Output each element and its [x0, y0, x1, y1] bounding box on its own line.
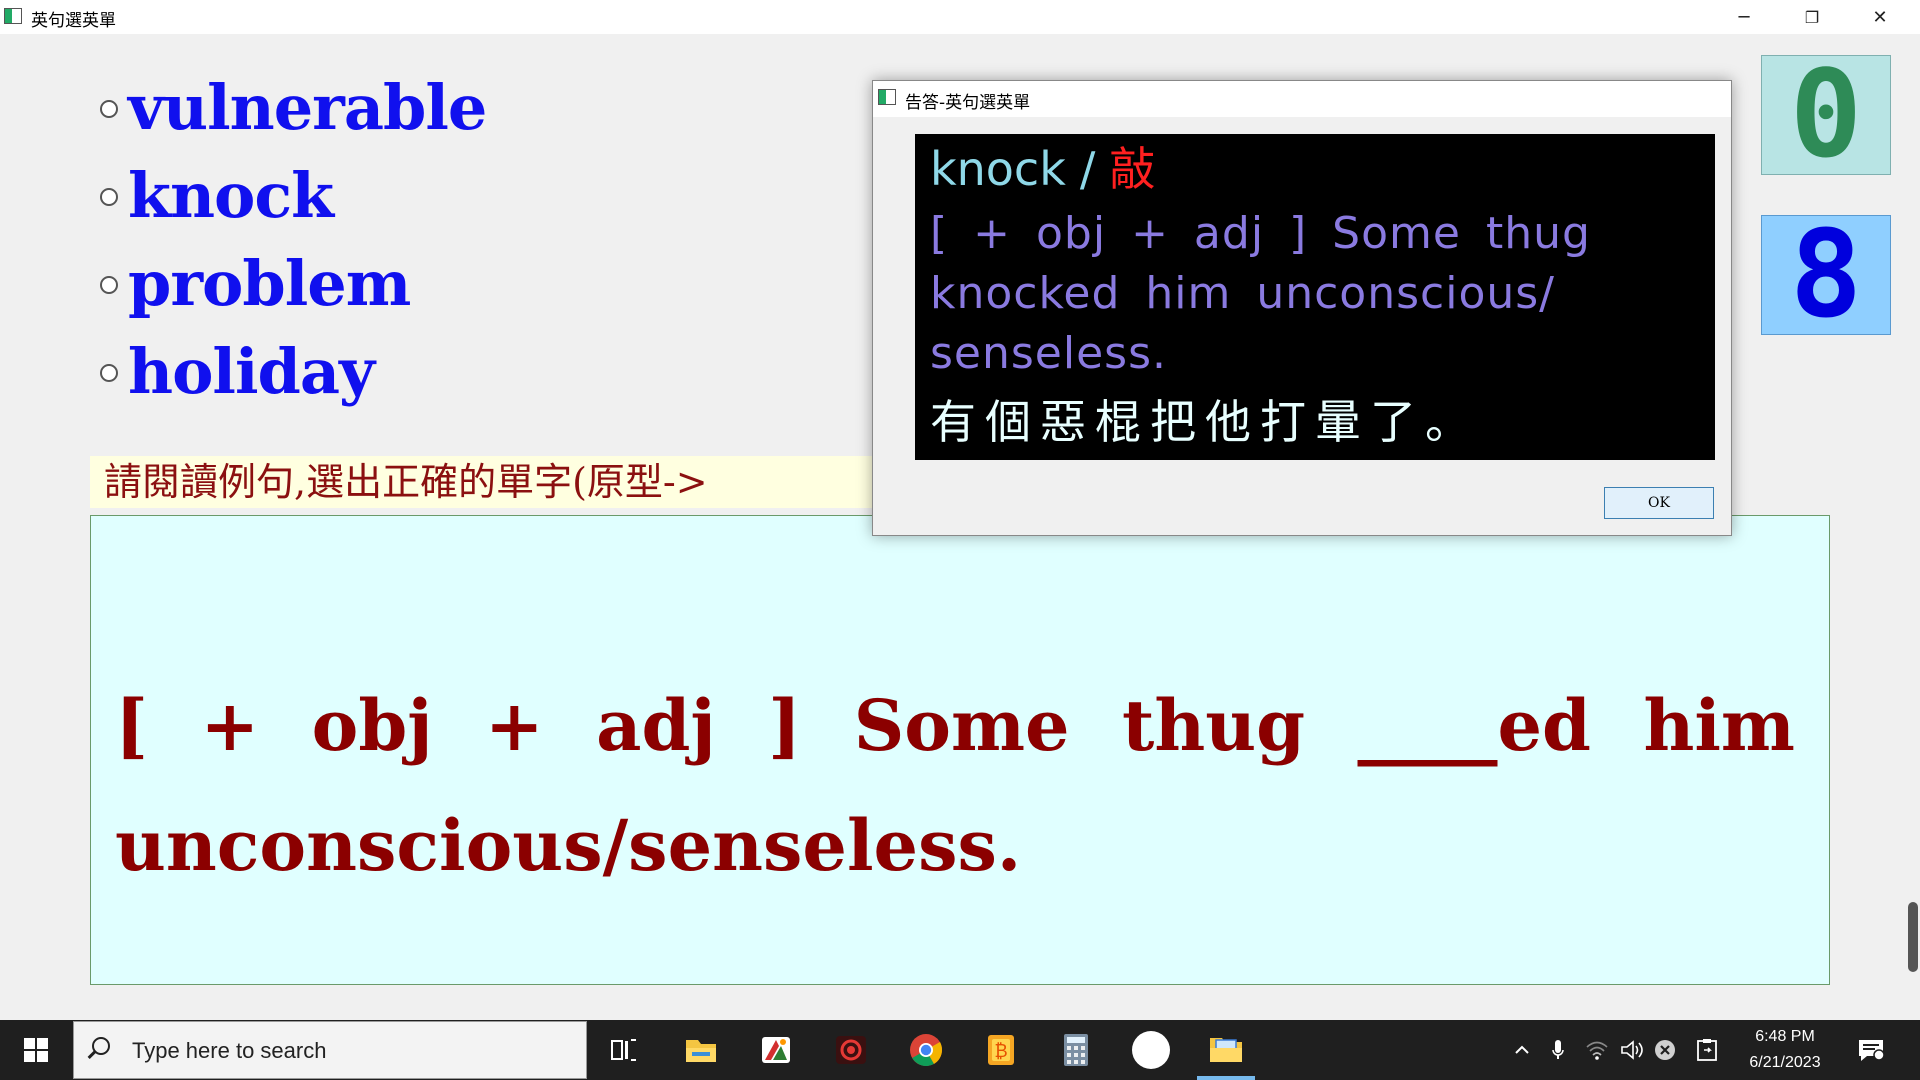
instruction-text: 請閱讀例句,選出正確的單字(原型-> [90, 456, 880, 508]
svg-text:₿: ₿ [994, 1041, 1007, 1062]
notifications-icon[interactable] [1857, 1020, 1885, 1080]
dialog-answer-panel: knock / 敲 [ + obj + adj ] Some thug knocke… [915, 134, 1715, 460]
search-box[interactable]: Type here to search [73, 1021, 587, 1079]
answer-header: knock / 敲 [930, 138, 1700, 200]
restore-button[interactable]: ❐ [1778, 0, 1846, 34]
show-hidden-icons-icon[interactable] [1512, 1020, 1532, 1080]
answer-dialog: 告答-英句選英單 knock / 敲 [ + obj + adj ] Some th… [872, 80, 1732, 536]
clipboard-icon[interactable] [1696, 1020, 1718, 1080]
answer-word: knock [930, 142, 1066, 196]
answer-slash: / [1079, 142, 1096, 196]
status-error-icon[interactable] [1654, 1020, 1676, 1080]
circle-app-icon[interactable] [1129, 1028, 1173, 1072]
option-knock[interactable]: knock [100, 155, 334, 235]
taskbar-clock[interactable]: 6:48 PM 6/21/2023 [1740, 1020, 1830, 1080]
notes-app-icon[interactable]: ₿ [979, 1028, 1023, 1072]
dialog-app-icon [878, 89, 896, 105]
radio-button[interactable] [100, 364, 118, 382]
option-label[interactable]: vulnerable [128, 71, 487, 144]
app-icon [4, 8, 22, 24]
clock-time: 6:48 PM [1755, 1028, 1815, 1045]
title-bar: 英句選英單 ─ ❐ ✕ [0, 0, 1920, 34]
window-title: 英句選英單 [31, 11, 116, 31]
taskbar: Type here to search ₿ 6:48 PM 6/21/2023 [0, 1020, 1920, 1080]
file-explorer-icon[interactable] [679, 1028, 723, 1072]
quiz-app-icon[interactable] [1204, 1028, 1248, 1072]
dialog-title-bar: 告答-英句選英單 [873, 81, 1731, 117]
calculator-icon[interactable] [1054, 1028, 1098, 1072]
score-digit-top: 0 [1761, 46, 1891, 185]
option-problem[interactable]: problem [100, 243, 411, 323]
dialog-title: 告答-英句選英單 [905, 93, 1031, 113]
radio-button[interactable] [100, 100, 118, 118]
scrollbar-thumb[interactable] [1908, 902, 1918, 972]
answer-translation: 有個惡棍把他打暈了。 [930, 395, 1480, 449]
radio-button[interactable] [100, 188, 118, 206]
ok-button[interactable]: OK [1604, 487, 1714, 519]
network-icon[interactable] [1585, 1020, 1609, 1080]
answer-chinese: 敲 [1109, 142, 1156, 196]
microphone-icon[interactable] [1550, 1020, 1566, 1080]
task-view-icon[interactable] [602, 1028, 646, 1072]
close-button[interactable]: ✕ [1846, 0, 1914, 34]
active-app-indicator [1197, 1076, 1255, 1080]
score-digit-bottom: 8 [1761, 206, 1891, 345]
volume-icon[interactable] [1620, 1020, 1646, 1080]
option-vulnerable[interactable]: vulnerable [100, 67, 487, 147]
start-button[interactable] [0, 1020, 72, 1080]
option-holiday[interactable]: holiday [100, 331, 375, 411]
option-label[interactable]: knock [128, 159, 334, 232]
search-icon [92, 1037, 110, 1055]
screen-recorder-icon[interactable] [829, 1028, 873, 1072]
option-label[interactable]: problem [128, 247, 411, 320]
question-sentence: [ + obj + adj ] Some thug ____ed him unc… [115, 684, 1795, 887]
option-label[interactable]: holiday [128, 335, 375, 408]
radio-button[interactable] [100, 276, 118, 294]
clock-date: 6/21/2023 [1749, 1054, 1821, 1071]
search-placeholder[interactable]: Type here to search [132, 1038, 326, 1064]
chrome-icon[interactable] [904, 1028, 948, 1072]
windows-icon [24, 1038, 48, 1062]
office-app-icon[interactable] [754, 1028, 798, 1072]
question-panel: [ + obj + adj ] Some thug ____ed him unc… [90, 515, 1830, 985]
answer-sentence: [ + obj + adj ] Some thug knocked him un… [930, 208, 1591, 379]
minimize-button[interactable]: ─ [1710, 0, 1778, 34]
